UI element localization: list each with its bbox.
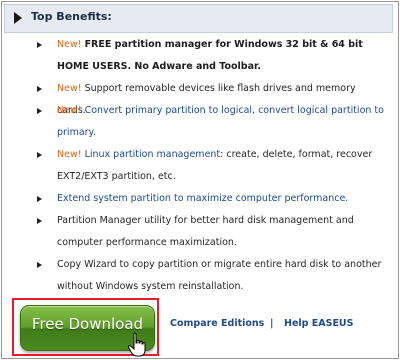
benefits-panel: Top Benefits: New! FREE partition manage… <box>1 1 399 359</box>
benefits-title: Top Benefits: <box>31 10 112 23</box>
link-separator: | <box>270 318 274 329</box>
new-badge: New! <box>57 39 85 50</box>
benefit-text-part: Copy Wizard to copy partition or migrate… <box>57 259 382 292</box>
benefit-text: Extend system partition to maximize comp… <box>57 188 387 210</box>
free-download-label: Free Download <box>31 315 144 333</box>
benefit-text: New! FREE partition manager for Windows … <box>57 34 387 78</box>
bullet-icon <box>37 218 42 224</box>
benefit-link[interactable]: Convert primary partition to logical, co… <box>57 105 384 138</box>
benefits-header: Top Benefits: <box>4 4 393 33</box>
bullet-icon <box>37 42 42 48</box>
bullet-icon <box>37 262 42 268</box>
benefit-text-part: FREE partition manager for Windows 32 bi… <box>57 39 363 72</box>
bullet-icon <box>37 108 42 114</box>
new-badge: New! <box>57 105 85 116</box>
benefit-link[interactable]: Linux partition management <box>85 149 221 160</box>
benefit-text-part: Partition Manager utility for better har… <box>57 215 354 248</box>
compare-editions-link[interactable]: Compare Editions <box>170 318 264 329</box>
bullet-icon <box>37 152 42 158</box>
benefit-text: New! Linux partition management: create,… <box>57 144 387 188</box>
triangle-right-icon <box>14 12 22 24</box>
benefit-text: Copy Wizard to copy partition or migrate… <box>57 254 387 298</box>
bullet-icon <box>37 196 42 202</box>
hand-cursor-icon <box>127 332 146 357</box>
bullet-icon <box>37 86 42 92</box>
benefit-text: New! Convert primary partition to logica… <box>57 100 387 144</box>
benefit-text: Partition Manager utility for better har… <box>57 210 387 254</box>
help-easeus-link[interactable]: Help EASEUS <box>284 318 354 329</box>
new-badge: New! <box>57 83 85 94</box>
new-badge: New! <box>57 149 85 160</box>
benefit-link[interactable]: Extend system partition to maximize comp… <box>57 193 348 204</box>
